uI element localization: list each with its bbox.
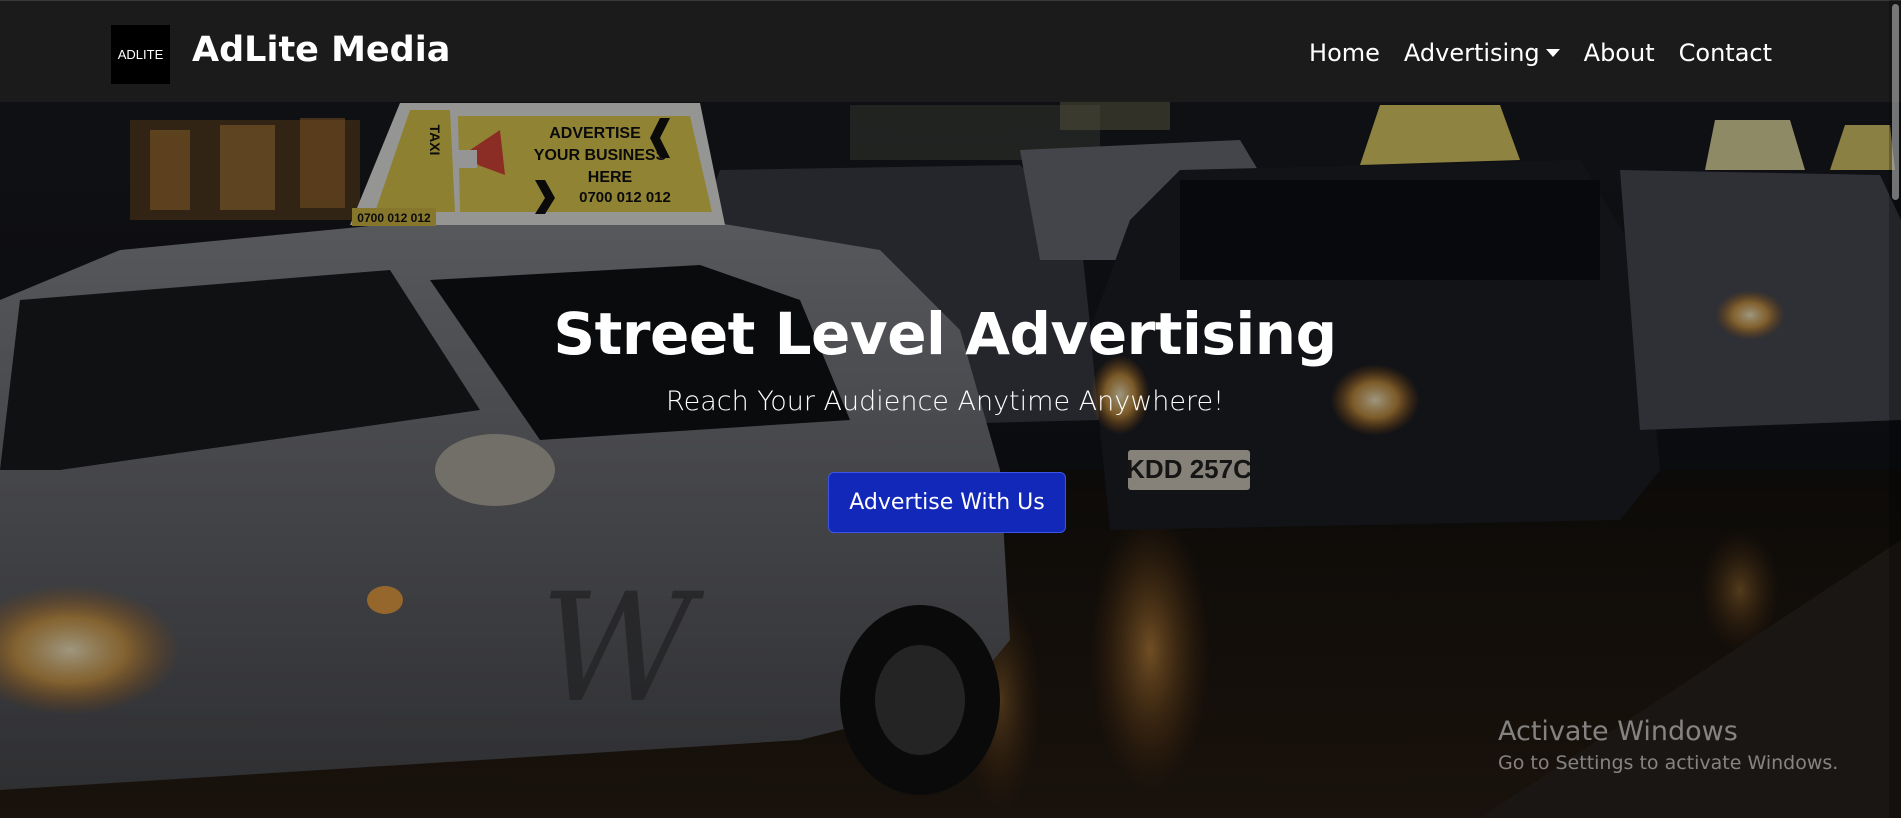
page-scrollbar[interactable] [1889, 0, 1901, 818]
nav-link-home[interactable]: Home [1309, 37, 1380, 69]
nav-link-label: About [1583, 39, 1655, 67]
brand-name[interactable]: AdLite Media [192, 27, 450, 73]
windows-activation-watermark: Activate Windows Go to Settings to activ… [1498, 714, 1838, 776]
hero-subtitle: Reach Your Audience Anytime Anywhere! [666, 386, 1224, 417]
nav-link-contact[interactable]: Contact [1679, 37, 1772, 69]
brand-logo[interactable]: ADLITE [111, 25, 170, 84]
caret-down-icon [1545, 49, 1560, 57]
nav-link-label: Home [1309, 39, 1380, 67]
hero-title: Street Level Advertising [553, 300, 1337, 368]
logo-text: ADLITE [117, 47, 164, 62]
cta-label: Advertise With Us [849, 490, 1045, 515]
navbar: ADLITE AdLite Media Home Advertising Abo… [0, 0, 1901, 102]
advertise-with-us-button[interactable]: Advertise With Us [828, 472, 1066, 533]
nav-links: Home Advertising About Contact [1309, 37, 1772, 69]
scrollbar-thumb[interactable] [1892, 4, 1899, 200]
nav-link-label: Advertising [1403, 39, 1540, 67]
nav-link-label: Contact [1678, 39, 1772, 67]
nav-link-advertising-dropdown[interactable]: Advertising [1404, 37, 1560, 69]
page: KDD 257C W TAXI ADVERTISE YOUR BUSINESS [0, 0, 1901, 818]
watermark-title: Activate Windows [1498, 716, 1738, 747]
watermark-subtitle: Go to Settings to activate Windows. [1498, 752, 1839, 774]
nav-link-about[interactable]: About [1584, 37, 1655, 69]
